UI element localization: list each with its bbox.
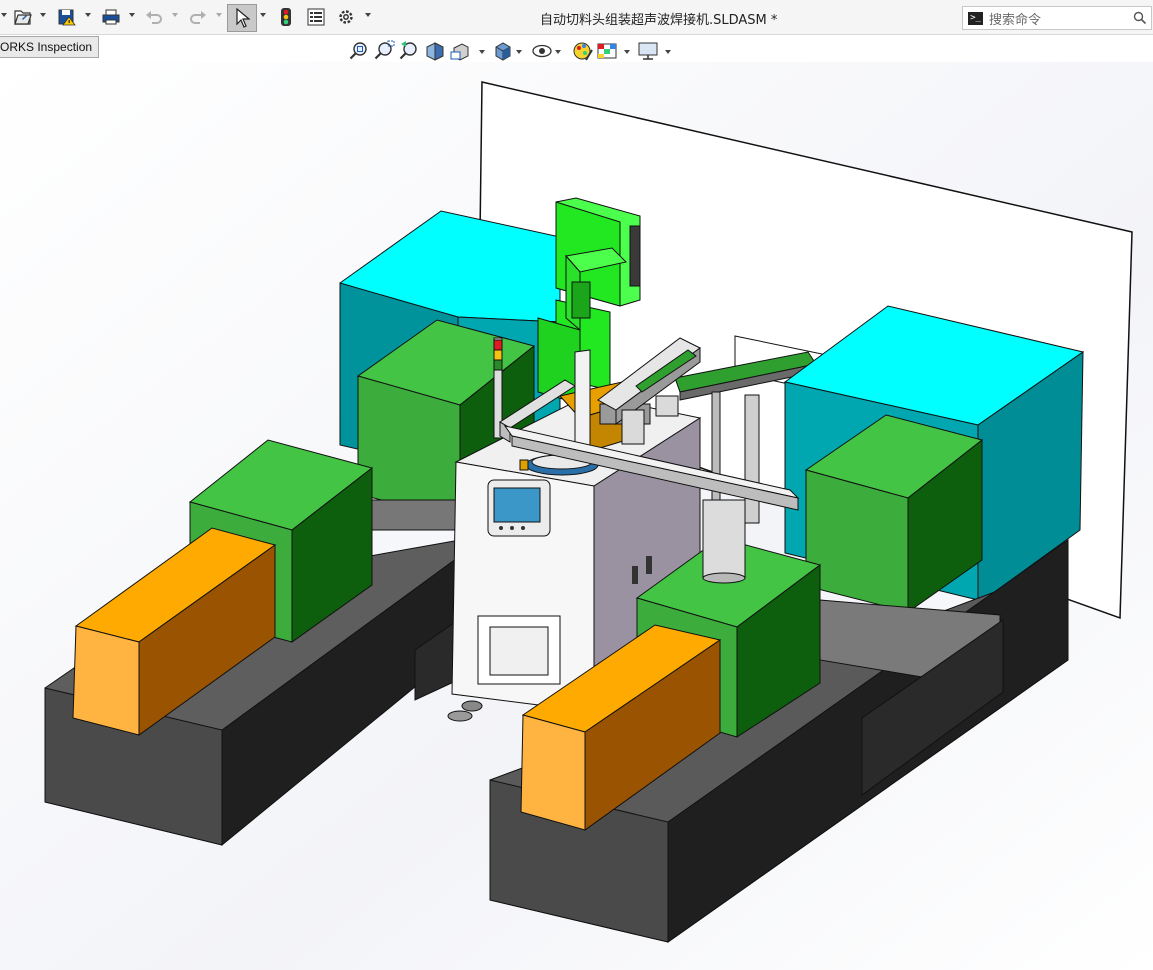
select-icon[interactable] <box>227 4 257 32</box>
tab-inspection[interactable]: ORKS Inspection <box>0 36 100 58</box>
section-view-icon[interactable] <box>424 40 446 62</box>
title-bar: 自动切料头组装超声波焊接机.SLDASM * >_ 搜索命令 <box>0 0 1153 35</box>
chevron-down-icon[interactable] <box>665 50 671 54</box>
chevron-down-icon[interactable] <box>1 13 7 17</box>
chevron-down-icon[interactable] <box>40 13 46 17</box>
chevron-down-icon[interactable] <box>479 50 485 54</box>
save-icon[interactable] <box>55 5 79 29</box>
document-title: 自动切料头组装超声波焊接机.SLDASM * <box>540 13 778 28</box>
chevron-down-icon[interactable] <box>129 13 135 17</box>
chevron-down-icon[interactable] <box>624 50 630 54</box>
view-settings-icon[interactable] <box>637 40 659 62</box>
chevron-down-icon[interactable] <box>172 13 178 17</box>
search-input[interactable]: 搜索命令 <box>989 9 1133 28</box>
search-commands-box[interactable]: >_ 搜索命令 <box>962 6 1152 30</box>
chevron-down-icon[interactable] <box>365 13 371 17</box>
undo-icon[interactable] <box>143 5 165 29</box>
rebuild-traffic-light-icon[interactable] <box>276 5 296 29</box>
zoom-to-area-icon[interactable] <box>373 40 395 62</box>
print-icon[interactable] <box>99 5 123 29</box>
redo-icon[interactable] <box>187 5 209 29</box>
previous-view-icon[interactable] <box>398 40 420 62</box>
graphics-viewport[interactable] <box>0 62 1153 970</box>
dynamic-annotation-icon[interactable] <box>450 40 472 62</box>
chevron-down-icon[interactable] <box>555 50 561 54</box>
open-icon[interactable] <box>11 5 35 29</box>
chevron-down-icon[interactable] <box>260 13 266 17</box>
edit-appearance-icon[interactable] <box>572 40 594 62</box>
display-style-icon[interactable] <box>531 40 553 62</box>
search-icon[interactable] <box>1133 11 1147 25</box>
file-properties-icon[interactable] <box>305 5 327 29</box>
options-gear-icon[interactable] <box>335 5 357 29</box>
zoom-to-fit-icon[interactable] <box>348 40 370 62</box>
chevron-down-icon[interactable] <box>216 13 222 17</box>
chevron-down-icon[interactable] <box>85 13 91 17</box>
view-orientation-icon[interactable] <box>492 40 514 62</box>
command-prompt-icon: >_ <box>968 11 983 25</box>
chevron-down-icon[interactable] <box>516 50 522 54</box>
apply-scene-icon[interactable] <box>596 40 618 62</box>
